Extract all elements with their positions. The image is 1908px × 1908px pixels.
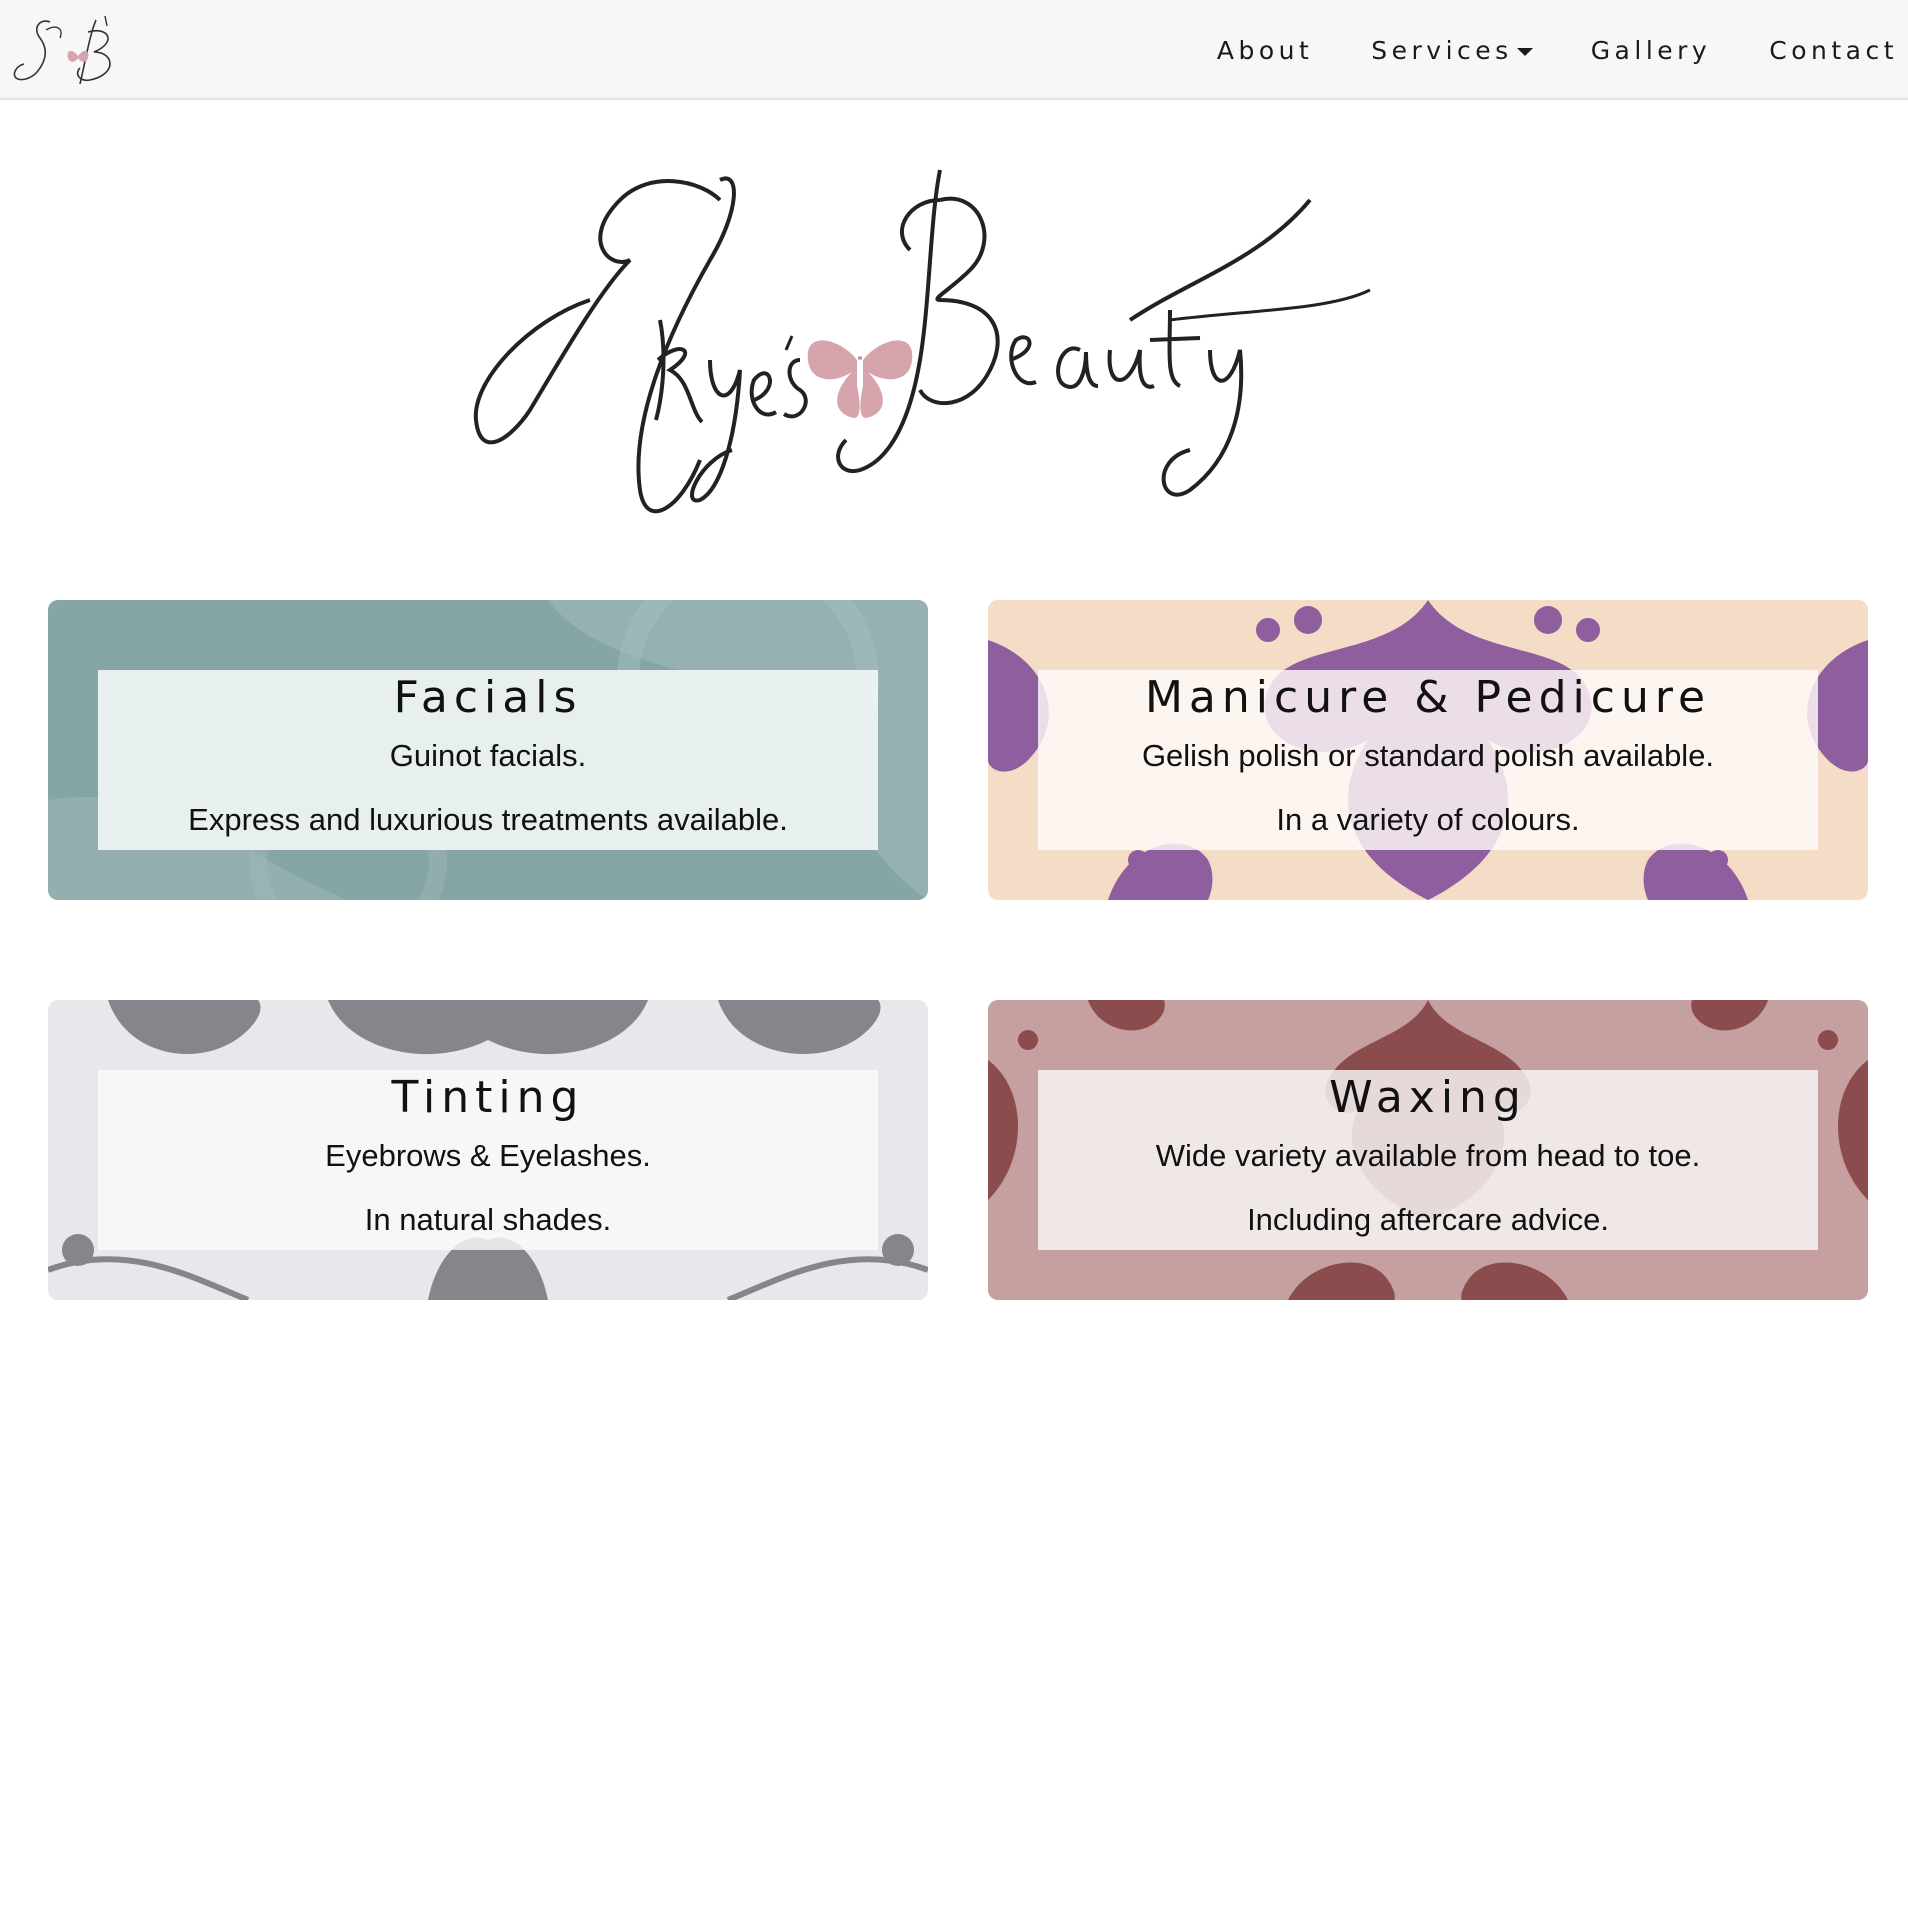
service-card-tinting[interactable]: Tinting Eyebrows & Eyelashes. In natural… bbox=[48, 1000, 928, 1300]
card-text: In natural shades. bbox=[364, 1202, 612, 1237]
nav-link-about[interactable]: About bbox=[1217, 36, 1313, 65]
card-text: Eyebrows & Eyelashes. bbox=[325, 1138, 651, 1173]
service-card-manicure-pedicure[interactable]: Manicure & Pedicure Gelish polish or sta… bbox=[988, 600, 1868, 900]
navbar: About Services Gallery Contact bbox=[0, 0, 1908, 100]
butterfly-icon bbox=[807, 340, 913, 418]
card-text: In a variety of colours. bbox=[1276, 802, 1580, 837]
nav-link-label: Contact bbox=[1769, 35, 1898, 65]
nav-link-label: Gallery bbox=[1590, 35, 1712, 65]
nav-link-label: About bbox=[1216, 35, 1314, 65]
card-title: Waxing bbox=[1329, 1072, 1527, 1123]
sb-monogram-logo[interactable] bbox=[10, 8, 126, 92]
card-text: Wide variety available from head to toe. bbox=[1155, 1138, 1701, 1173]
card-text: Express and luxurious treatments availab… bbox=[188, 802, 788, 837]
card-panel: Manicure & Pedicure Gelish polish or sta… bbox=[1038, 670, 1818, 850]
card-panel: Waxing Wide variety available from head … bbox=[1038, 1070, 1818, 1250]
card-panel: Tinting Eyebrows & Eyelashes. In natural… bbox=[98, 1070, 878, 1250]
nav-link-gallery[interactable]: Gallery bbox=[1591, 36, 1712, 65]
nav-links: About Services Gallery Contact bbox=[1159, 0, 1898, 100]
card-title: Manicure & Pedicure bbox=[1144, 672, 1712, 723]
card-title: Facials bbox=[393, 672, 583, 723]
card-text: Guinot facials. bbox=[389, 738, 587, 773]
nav-link-label: Services bbox=[1371, 35, 1513, 65]
card-text: Including aftercare advice. bbox=[1247, 1202, 1609, 1237]
card-text: Gelish polish or standard polish availab… bbox=[1141, 738, 1715, 773]
chevron-down-icon bbox=[1516, 47, 1533, 56]
service-card-facials[interactable]: Facials Guinot facials. Express and luxu… bbox=[48, 600, 928, 900]
card-title: Tinting bbox=[391, 1072, 585, 1123]
nav-link-services[interactable]: Services bbox=[1371, 35, 1533, 65]
skyes-beauty-logo bbox=[473, 169, 1371, 514]
card-panel: Facials Guinot facials. Express and luxu… bbox=[98, 670, 878, 850]
service-card-waxing[interactable]: Waxing Wide variety available from head … bbox=[988, 1000, 1868, 1300]
nav-link-contact[interactable]: Contact bbox=[1769, 36, 1898, 65]
